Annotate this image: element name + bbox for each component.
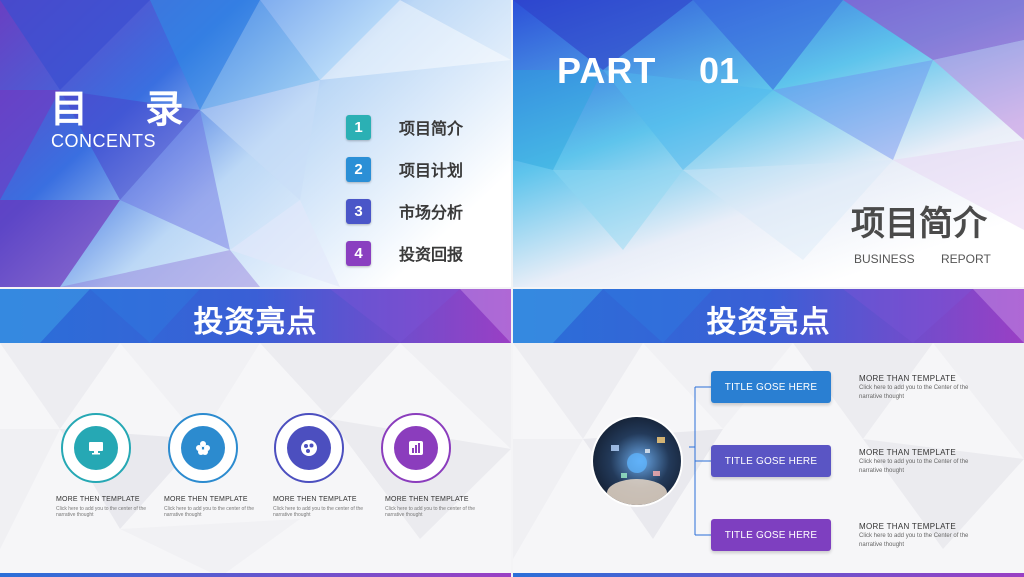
feature-caption-1: MORE THEN TEMPLATE Click here to add you… <box>56 496 152 518</box>
note-title: MORE THAN TEMPLATE <box>859 448 956 457</box>
toc-item-2[interactable]: 2 项目计划 <box>346 156 486 182</box>
toc-item-label: 市场分析 <box>399 203 464 222</box>
part-number: 01 <box>699 50 740 91</box>
branch-note-2: MORE THAN TEMPLATE Click here to add you… <box>859 448 979 476</box>
feature-title: MORE THEN TEMPLATE <box>164 496 248 503</box>
feature-description: Click here to add you to the center of t… <box>273 506 364 518</box>
title-button-1[interactable]: TITLE GOSE HERE <box>711 371 831 403</box>
branch-note-1: MORE THAN TEMPLATE Click here to add you… <box>859 374 979 402</box>
bottom-accent-bar <box>513 573 1024 577</box>
toc-number-badge: 4 <box>346 240 371 266</box>
part-label: PART <box>557 50 657 91</box>
header-title: 投资亮点 <box>193 305 318 340</box>
branch-note-3: MORE THAN TEMPLATE Click here to add you… <box>859 522 979 550</box>
title-button-3[interactable]: TITLE GOSE HERE <box>711 519 831 551</box>
toc-item-label: 项目简介 <box>399 119 464 138</box>
toc-item-label: 项目计划 <box>399 161 464 180</box>
slide-contents[interactable]: 目 录 CONCENTS 1 项目简介 2 项目计划 3 市场分析 4 投资回报 <box>0 0 511 287</box>
note-description: Click here to add you to the Center of t… <box>859 385 969 400</box>
toc-item-label: 投资回报 <box>399 245 464 264</box>
slide-part-01[interactable]: PART 01 项目简介 BUSINESS REPORT <box>513 0 1024 287</box>
section-subtitle-left: BUSINESS <box>854 252 915 266</box>
toc-number-badge: 1 <box>346 114 371 140</box>
feature-circle-4[interactable] <box>381 413 451 483</box>
feature-title: MORE THEN TEMPLATE <box>56 496 140 503</box>
note-description: Click here to add you to the Center of t… <box>859 459 969 474</box>
bottom-accent-bar <box>0 573 511 577</box>
feature-caption-3: MORE THEN TEMPLATE Click here to add you… <box>273 496 369 518</box>
note-title: MORE THAN TEMPLATE <box>859 522 956 531</box>
note-description: Click here to add you to the Center of t… <box>859 533 969 548</box>
feature-description: Click here to add you to the center of t… <box>164 506 255 518</box>
dots-icon <box>287 426 331 470</box>
toc-item-4[interactable]: 4 投资回报 <box>346 240 486 266</box>
feature-caption-4: MORE THEN TEMPLATE Click here to add you… <box>385 496 481 518</box>
section-title: 项目简介 <box>851 204 987 244</box>
title-button-2[interactable]: TITLE GOSE HERE <box>711 445 831 477</box>
tech-hand-image <box>591 415 683 507</box>
slide-highlights-icons[interactable]: 投资亮点 MORE THEN TEMPLATE Click here to ad… <box>0 289 511 577</box>
feature-circle-3[interactable] <box>274 413 344 483</box>
toc-number-badge: 2 <box>346 156 371 182</box>
toc-number-badge: 3 <box>346 198 371 224</box>
feature-circle-1[interactable] <box>61 413 131 483</box>
note-title: MORE THAN TEMPLATE <box>859 374 956 383</box>
toc-item-3[interactable]: 3 市场分析 <box>346 198 486 224</box>
monitor-icon <box>74 426 118 470</box>
bar-chart-icon <box>394 426 438 470</box>
feature-circle-2[interactable] <box>168 413 238 483</box>
slide-sheet: 目 录 CONCENTS 1 项目简介 2 项目计划 3 市场分析 4 投资回报 <box>0 0 1024 577</box>
feature-caption-2: MORE THEN TEMPLATE Click here to add you… <box>164 496 260 518</box>
feature-description: Click here to add you to the center of t… <box>385 506 476 518</box>
flower-icon <box>181 426 225 470</box>
page-title: 目 录 <box>50 87 206 131</box>
page-subtitle: CONCENTS <box>51 131 157 151</box>
toc-item-1[interactable]: 1 项目简介 <box>346 114 486 140</box>
section-subtitle-right: REPORT <box>941 252 991 266</box>
feature-description: Click here to add you to the center of t… <box>56 506 147 518</box>
slide-highlights-tree[interactable]: 投资亮点 TITLE GOSE HERE TITLE GOSE HERE TIT… <box>513 289 1024 577</box>
feature-title: MORE THEN TEMPLATE <box>273 496 357 503</box>
feature-title: MORE THEN TEMPLATE <box>385 496 469 503</box>
